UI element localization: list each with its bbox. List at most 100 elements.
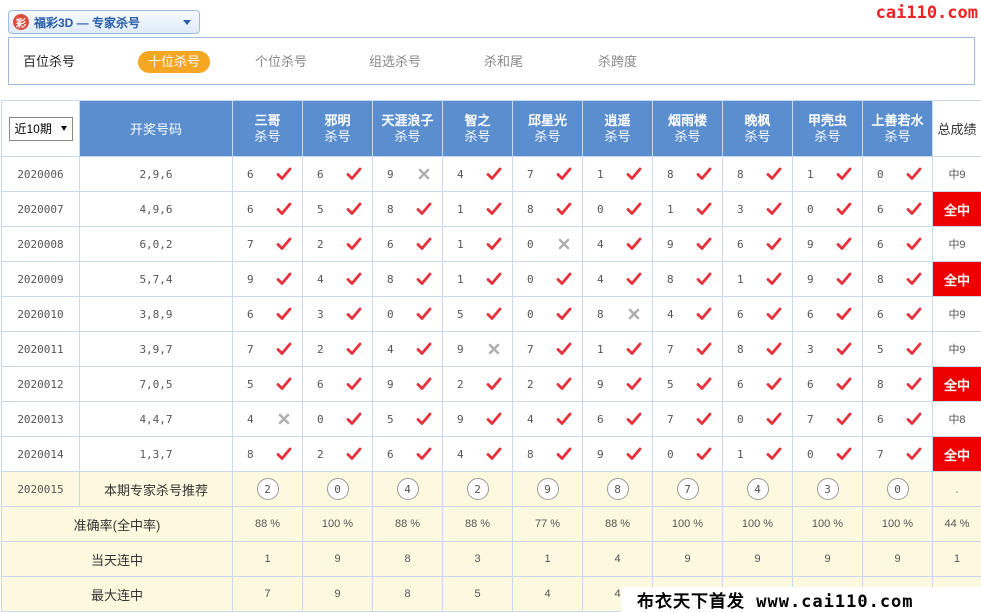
table-row: 2020011 3,9,7 7 2 4 9 7 1 7 8 3 5 中9	[1, 331, 981, 367]
tab-group-kill[interactable]: 组选杀号	[359, 51, 431, 73]
issue-number: 2020008	[1, 226, 80, 262]
watermark: 布衣天下首发 www.cai110.com	[621, 587, 981, 612]
draw-number: 7,0,5	[79, 366, 233, 402]
check-icon	[626, 412, 642, 425]
expert-pick-cell: 6	[862, 226, 933, 262]
expert-pick-cell: 8	[722, 156, 793, 192]
tab-tens-kill[interactable]: 十位杀号	[138, 51, 211, 73]
issue-number: 2020012	[1, 366, 80, 402]
expert-pick-cell: 9	[582, 436, 653, 472]
tab-hundreds-kill[interactable]: 百位杀号	[13, 51, 85, 73]
expert-pick-cell: 6	[862, 191, 933, 227]
expert-header[interactable]: 逍遥 杀号	[582, 100, 653, 157]
expert-header[interactable]: 天涯浪子 杀号	[372, 100, 443, 157]
check-icon	[836, 412, 852, 425]
expert-pick-cell: 6	[372, 436, 443, 472]
kill-number: 6	[737, 307, 744, 321]
kill-number: 8	[387, 202, 394, 216]
kill-number: 9	[387, 167, 394, 181]
recommend-cell: 7	[652, 471, 723, 507]
expert-pick-cell: 8	[862, 261, 933, 297]
expert-header[interactable]: 邪明 杀号	[302, 100, 373, 157]
total-result: 中9	[932, 226, 981, 262]
check-icon	[556, 342, 572, 355]
check-icon	[836, 447, 852, 460]
stat-value: 100 %	[792, 506, 863, 542]
check-icon	[766, 167, 782, 180]
total-result: 中9	[932, 331, 981, 367]
expert-pick-cell: 0	[862, 156, 933, 192]
stat-value: 88 %	[582, 506, 653, 542]
kill-number: 5	[317, 202, 324, 216]
kill-number: 7	[667, 412, 674, 426]
check-icon	[626, 167, 642, 180]
expert-header[interactable]: 烟雨楼 杀号	[652, 100, 723, 157]
expert-pick-cell: 5	[862, 331, 933, 367]
issue-number: 2020014	[1, 436, 80, 472]
stat-value: 9	[302, 541, 373, 577]
table-row: 2020008 6,0,2 7 2 6 1 0 4 9 6 9 6 中9	[1, 226, 981, 262]
draw-number: 6,0,2	[79, 226, 233, 262]
check-icon	[836, 307, 852, 320]
period-select[interactable]: 近10期	[8, 116, 73, 141]
kill-number: 3	[737, 202, 744, 216]
check-icon	[906, 377, 922, 390]
kill-number: 0	[807, 447, 814, 461]
stat-row: 准确率(全中率) 88 % 100 % 88 % 88 % 77 % 88 % 100 % 10…	[1, 506, 981, 542]
expert-header[interactable]: 邱星光 杀号	[512, 100, 583, 157]
kill-number: 6	[737, 377, 744, 391]
total-score-header: 总成绩	[932, 100, 981, 157]
kill-number: 5	[247, 377, 254, 391]
tab-span-kill[interactable]: 杀跨度	[588, 51, 647, 73]
issue-number: 2020006	[1, 156, 80, 192]
expert-pick-cell: 1	[442, 226, 513, 262]
check-icon	[346, 342, 362, 355]
expert-pick-cell: 0	[302, 401, 373, 437]
kill-number: 7	[667, 342, 674, 356]
stat-value: 9	[302, 576, 373, 612]
expert-header[interactable]: 智之 杀号	[442, 100, 513, 157]
expert-header[interactable]: 晚枫 杀号	[722, 100, 793, 157]
total-result: 中9	[932, 156, 981, 192]
expert-pick-cell: 0	[792, 191, 863, 227]
expert-pick-cell: 7	[862, 436, 933, 472]
expert-header[interactable]: 三哥 杀号	[232, 100, 303, 157]
kill-number: 5	[457, 307, 464, 321]
kill-number: 8	[737, 167, 744, 181]
kill-number: 8	[737, 342, 744, 356]
tab-units-kill[interactable]: 个位杀号	[245, 51, 317, 73]
expert-pick-cell: 5	[232, 366, 303, 402]
expert-header[interactable]: 上善若水 杀号	[862, 100, 933, 157]
lottery-selector[interactable]: 彩 福彩3D — 专家杀号	[8, 10, 200, 34]
cross-icon	[558, 238, 570, 250]
expert-pick-cell: 0	[722, 401, 793, 437]
expert-kill-table: 近10期 开奖号码 三哥 杀号 邪明 杀号 天涯浪子 杀号 智之 杀号 邱星光 杀号 逍遥…	[1, 100, 981, 612]
table-row: 2020007 4,9,6 6 5 8 1 8 0 1 3 0 6 全中	[1, 191, 981, 227]
kill-number: 9	[807, 272, 814, 286]
kill-number: 7	[807, 412, 814, 426]
issue-number: 2020010	[1, 296, 80, 332]
stat-label: 准确率(全中率)	[1, 506, 233, 542]
kill-number: 4	[247, 412, 254, 426]
draw-number: 5,7,4	[79, 261, 233, 297]
cross-icon	[488, 343, 500, 355]
expert-pick-cell: 8	[232, 436, 303, 472]
kill-number: 7	[247, 237, 254, 251]
kill-number: 4	[667, 307, 674, 321]
table-row: 2020014 1,3,7 8 2 6 4 8 9 0 1 0 7 全中	[1, 436, 981, 472]
kill-number: 9	[247, 272, 254, 286]
tab-sum-tail-kill[interactable]: 杀和尾	[474, 51, 533, 73]
check-icon	[276, 272, 292, 285]
expert-pick-cell: 0	[582, 191, 653, 227]
kill-number: 5	[387, 412, 394, 426]
recommend-number: 2	[466, 478, 489, 500]
stat-value: 100 %	[302, 506, 373, 542]
expert-header[interactable]: 甲壳虫 杀号	[792, 100, 863, 157]
check-icon	[556, 447, 572, 460]
total-result: 全中	[932, 366, 981, 402]
expert-pick-cell: 9	[372, 156, 443, 192]
kill-number: 0	[387, 307, 394, 321]
table-row: 2020012 7,0,5 5 6 9 2 2 9 5 6 6 8 全中	[1, 366, 981, 402]
cross-icon	[278, 413, 290, 425]
kill-number: 6	[737, 237, 744, 251]
